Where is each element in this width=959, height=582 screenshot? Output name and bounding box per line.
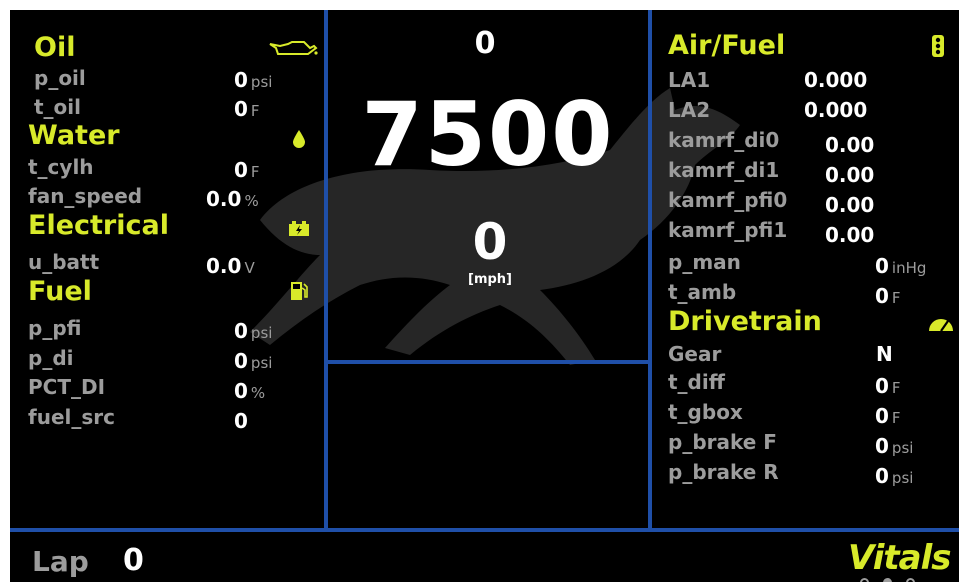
t-cylh-label: t_cylh xyxy=(28,155,94,179)
kamrf-di1-value: 0.00 xyxy=(825,163,875,187)
p-pfi-value: 0 psi xyxy=(234,319,273,343)
la1-value: 0.000 xyxy=(804,68,868,92)
t-gbox-value: 0F xyxy=(875,404,901,428)
p-oil-label: p_oil xyxy=(34,66,86,90)
p-brake-f-value: 0 psi xyxy=(875,434,914,458)
t-cylh-value: 0F xyxy=(234,158,260,182)
dashboard-screen: Oil p_oil 0 psi t_oil 0F Water t_cylh 0F … xyxy=(10,10,959,582)
kamrf-di0-label: kamrf_di0 xyxy=(668,128,780,152)
u-batt-value: 0.0 V xyxy=(206,254,255,278)
electrical-heading: Electrical xyxy=(28,210,169,241)
page-title[interactable]: Vitals xyxy=(848,538,951,578)
gear-value: N xyxy=(876,342,893,366)
gear-label: Gear xyxy=(668,342,722,366)
p-brake-r-value: 0 psi xyxy=(875,464,914,488)
footer-divider xyxy=(10,528,959,532)
la2-label: LA2 xyxy=(668,98,711,122)
pct-di-value: 0% xyxy=(234,379,266,403)
t-diff-value: 0F xyxy=(875,374,901,398)
kamrf-pfi0-value: 0.00 xyxy=(825,193,875,217)
u-batt-label: u_batt xyxy=(28,250,100,274)
p-di-value: 0 psi xyxy=(234,349,273,373)
airfuel-heading: Air/Fuel xyxy=(668,30,786,61)
fuel-src-label: fuel_src xyxy=(28,405,115,429)
oil-heading: Oil xyxy=(34,32,76,63)
right-divider xyxy=(648,10,652,530)
drivetrain-heading: Drivetrain xyxy=(668,306,822,337)
battery-icon xyxy=(289,221,309,236)
page-dot-2[interactable] xyxy=(883,578,892,582)
t-gbox-label: t_gbox xyxy=(668,400,743,424)
speedometer-icon xyxy=(929,319,953,332)
water-drop-icon xyxy=(293,130,305,148)
speed-readout: 0 xyxy=(472,213,508,271)
lap-label: Lap xyxy=(32,545,89,578)
p-oil-value: 0 psi xyxy=(234,68,273,92)
pct-di-label: PCT_DI xyxy=(28,375,106,399)
p-di-label: p_di xyxy=(28,346,74,370)
p-pfi-label: p_pfi xyxy=(28,316,82,340)
center-divider xyxy=(328,360,648,364)
page-dot-3[interactable] xyxy=(906,578,915,582)
oil-can-icon xyxy=(269,41,318,55)
t-diff-label: t_diff xyxy=(668,370,725,394)
fuel-heading: Fuel xyxy=(28,276,92,307)
page-dot-1[interactable] xyxy=(860,578,869,582)
fuel-pump-icon xyxy=(291,282,308,300)
p-brake-r-label: p_brake R xyxy=(668,460,779,484)
fan-speed-value: 0.0% xyxy=(206,187,259,211)
la1-label: LA1 xyxy=(668,68,711,92)
la2-value: 0.000 xyxy=(804,98,868,122)
rpm-readout: 7500 xyxy=(361,83,615,186)
p-brake-f-label: p_brake F xyxy=(668,430,777,454)
speed-unit: [mph] xyxy=(468,272,512,287)
top-readout: 0 xyxy=(474,26,496,61)
t-oil-label: t_oil xyxy=(34,95,82,119)
lap-value: 0 xyxy=(123,543,144,578)
water-heading: Water xyxy=(28,120,120,151)
kamrf-pfi1-value: 0.00 xyxy=(825,223,875,247)
t-amb-value: 0F xyxy=(875,284,901,308)
t-amb-label: t_amb xyxy=(668,280,737,304)
kamrf-di0-value: 0.00 xyxy=(825,133,875,157)
left-divider xyxy=(324,10,328,530)
fuel-src-value: 0 xyxy=(234,409,248,433)
p-man-label: p_man xyxy=(668,250,741,274)
p-man-value: 0 inHg xyxy=(875,254,927,278)
traffic-light-icon xyxy=(932,35,944,57)
t-oil-value: 0F xyxy=(234,97,260,121)
fan-speed-label: fan_speed xyxy=(28,184,143,208)
kamrf-pfi1-label: kamrf_pfi1 xyxy=(668,218,788,242)
kamrf-pfi0-label: kamrf_pfi0 xyxy=(668,188,788,212)
kamrf-di1-label: kamrf_di1 xyxy=(668,158,780,182)
